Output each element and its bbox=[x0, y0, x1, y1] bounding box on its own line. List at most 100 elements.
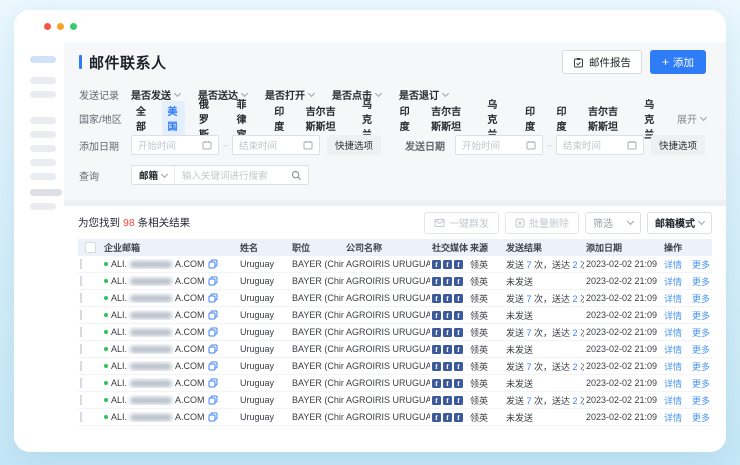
detail-link[interactable]: 详情 bbox=[664, 343, 682, 356]
send-date-quick-options-button[interactable]: 快捷选项 bbox=[651, 135, 705, 155]
row-checkbox[interactable] bbox=[80, 395, 82, 405]
bulk-send-button[interactable]: 一键群发 bbox=[424, 212, 499, 234]
detail-link[interactable]: 详情 bbox=[664, 275, 682, 288]
facebook-icon[interactable]: f bbox=[432, 379, 441, 388]
facebook-icon[interactable]: f bbox=[443, 328, 452, 337]
sidebar-skeleton-item[interactable] bbox=[30, 159, 56, 166]
detail-link[interactable]: 详情 bbox=[664, 360, 682, 373]
country-option[interactable]: 印度 bbox=[552, 101, 574, 135]
country-option[interactable]: 印度 bbox=[520, 101, 542, 135]
facebook-icon[interactable]: f bbox=[432, 413, 441, 422]
country-option[interactable]: 全部 bbox=[131, 101, 153, 135]
add-date-quick-options-button[interactable]: 快捷选项 bbox=[327, 135, 381, 155]
row-checkbox[interactable] bbox=[80, 344, 82, 354]
facebook-icon[interactable]: f bbox=[454, 379, 463, 388]
facebook-icon[interactable]: f bbox=[443, 379, 452, 388]
search-field-select[interactable]: 邮箱 bbox=[132, 166, 175, 184]
row-checkbox[interactable] bbox=[80, 378, 82, 388]
more-link[interactable]: 更多 bbox=[692, 377, 712, 390]
copy-icon[interactable] bbox=[208, 361, 218, 371]
search-input[interactable]: 输入关键词进行搜索 bbox=[175, 168, 291, 182]
send-date-start-input[interactable]: 开始时间 bbox=[455, 135, 543, 155]
close-window-icon[interactable] bbox=[44, 23, 51, 30]
facebook-icon[interactable]: f bbox=[443, 413, 452, 422]
facebook-icon[interactable]: f bbox=[443, 294, 452, 303]
more-link[interactable]: 更多 bbox=[692, 394, 712, 407]
facebook-icon[interactable]: f bbox=[432, 345, 441, 354]
facebook-icon[interactable]: f bbox=[443, 277, 452, 286]
facebook-icon[interactable]: f bbox=[432, 311, 441, 320]
facebook-icon[interactable]: f bbox=[443, 260, 452, 269]
facebook-icon[interactable]: f bbox=[454, 396, 463, 405]
copy-icon[interactable] bbox=[208, 395, 218, 405]
mode-select[interactable]: 邮箱模式 bbox=[647, 212, 712, 234]
copy-icon[interactable] bbox=[208, 293, 218, 303]
bulk-delete-button[interactable]: 批量删除 bbox=[505, 212, 579, 234]
facebook-icon[interactable]: f bbox=[454, 345, 463, 354]
copy-icon[interactable] bbox=[208, 412, 218, 422]
sidebar-skeleton-item[interactable] bbox=[30, 189, 62, 196]
country-option[interactable]: 印度 bbox=[395, 101, 417, 135]
add-date-end-input[interactable]: 结束时间 bbox=[232, 135, 320, 155]
send-date-end-input[interactable]: 结束时间 bbox=[556, 135, 644, 155]
copy-icon[interactable] bbox=[208, 276, 218, 286]
facebook-icon[interactable]: f bbox=[432, 260, 441, 269]
detail-link[interactable]: 详情 bbox=[664, 292, 682, 305]
row-checkbox[interactable] bbox=[80, 293, 82, 303]
facebook-icon[interactable]: f bbox=[443, 311, 452, 320]
row-checkbox[interactable] bbox=[80, 361, 82, 371]
row-checkbox[interactable] bbox=[80, 259, 82, 269]
facebook-icon[interactable]: f bbox=[454, 362, 463, 371]
facebook-icon[interactable]: f bbox=[432, 362, 441, 371]
more-link[interactable]: 更多 bbox=[692, 258, 712, 271]
facebook-icon[interactable]: f bbox=[432, 328, 441, 337]
more-link[interactable]: 更多 bbox=[692, 411, 712, 424]
more-link[interactable]: 更多 bbox=[692, 292, 712, 305]
detail-link[interactable]: 详情 bbox=[664, 394, 682, 407]
add-button[interactable]: + 添加 bbox=[650, 50, 706, 74]
add-date-start-input[interactable]: 开始时间 bbox=[131, 135, 219, 155]
facebook-icon[interactable]: f bbox=[454, 294, 463, 303]
facebook-icon[interactable]: f bbox=[432, 277, 441, 286]
expand-link[interactable]: 展开 bbox=[677, 111, 706, 126]
facebook-icon[interactable]: f bbox=[443, 345, 452, 354]
country-option[interactable]: 印度 bbox=[269, 101, 291, 135]
sidebar-skeleton-item[interactable] bbox=[30, 77, 56, 84]
sidebar-skeleton-item[interactable] bbox=[30, 91, 56, 98]
facebook-icon[interactable]: f bbox=[432, 294, 441, 303]
country-option[interactable]: 吉尔吉斯斯坦 bbox=[583, 101, 630, 135]
country-option[interactable]: 吉尔吉斯斯坦 bbox=[301, 101, 348, 135]
maximize-window-icon[interactable] bbox=[70, 23, 77, 30]
facebook-icon[interactable]: f bbox=[443, 396, 452, 405]
facebook-icon[interactable]: f bbox=[454, 277, 463, 286]
sidebar-skeleton-item[interactable] bbox=[30, 56, 56, 63]
copy-icon[interactable] bbox=[208, 310, 218, 320]
sidebar-skeleton-item[interactable] bbox=[30, 173, 56, 180]
more-link[interactable]: 更多 bbox=[692, 360, 712, 373]
row-checkbox[interactable] bbox=[80, 412, 82, 422]
more-link[interactable]: 更多 bbox=[692, 343, 712, 356]
select-all-checkbox[interactable] bbox=[85, 242, 96, 253]
detail-link[interactable]: 详情 bbox=[664, 258, 682, 271]
facebook-icon[interactable]: f bbox=[443, 362, 452, 371]
sidebar-skeleton-item[interactable] bbox=[30, 145, 56, 152]
country-option-active[interactable]: 美国 bbox=[162, 101, 184, 135]
row-checkbox[interactable] bbox=[80, 276, 82, 286]
facebook-icon[interactable]: f bbox=[454, 328, 463, 337]
copy-icon[interactable] bbox=[208, 378, 218, 388]
row-checkbox[interactable] bbox=[80, 310, 82, 320]
facebook-icon[interactable]: f bbox=[454, 413, 463, 422]
copy-icon[interactable] bbox=[208, 344, 218, 354]
sidebar-skeleton-item[interactable] bbox=[30, 117, 56, 124]
detail-link[interactable]: 详情 bbox=[664, 309, 682, 322]
more-link[interactable]: 更多 bbox=[692, 309, 712, 322]
detail-link[interactable]: 详情 bbox=[664, 411, 682, 424]
more-link[interactable]: 更多 bbox=[692, 326, 712, 339]
sidebar-skeleton-item[interactable] bbox=[30, 203, 56, 210]
copy-icon[interactable] bbox=[208, 259, 218, 269]
facebook-icon[interactable]: f bbox=[454, 311, 463, 320]
sidebar-skeleton-item[interactable] bbox=[30, 131, 56, 138]
minimize-window-icon[interactable] bbox=[57, 23, 64, 30]
row-checkbox[interactable] bbox=[80, 327, 82, 337]
country-option[interactable]: 吉尔吉斯斯坦 bbox=[426, 101, 473, 135]
